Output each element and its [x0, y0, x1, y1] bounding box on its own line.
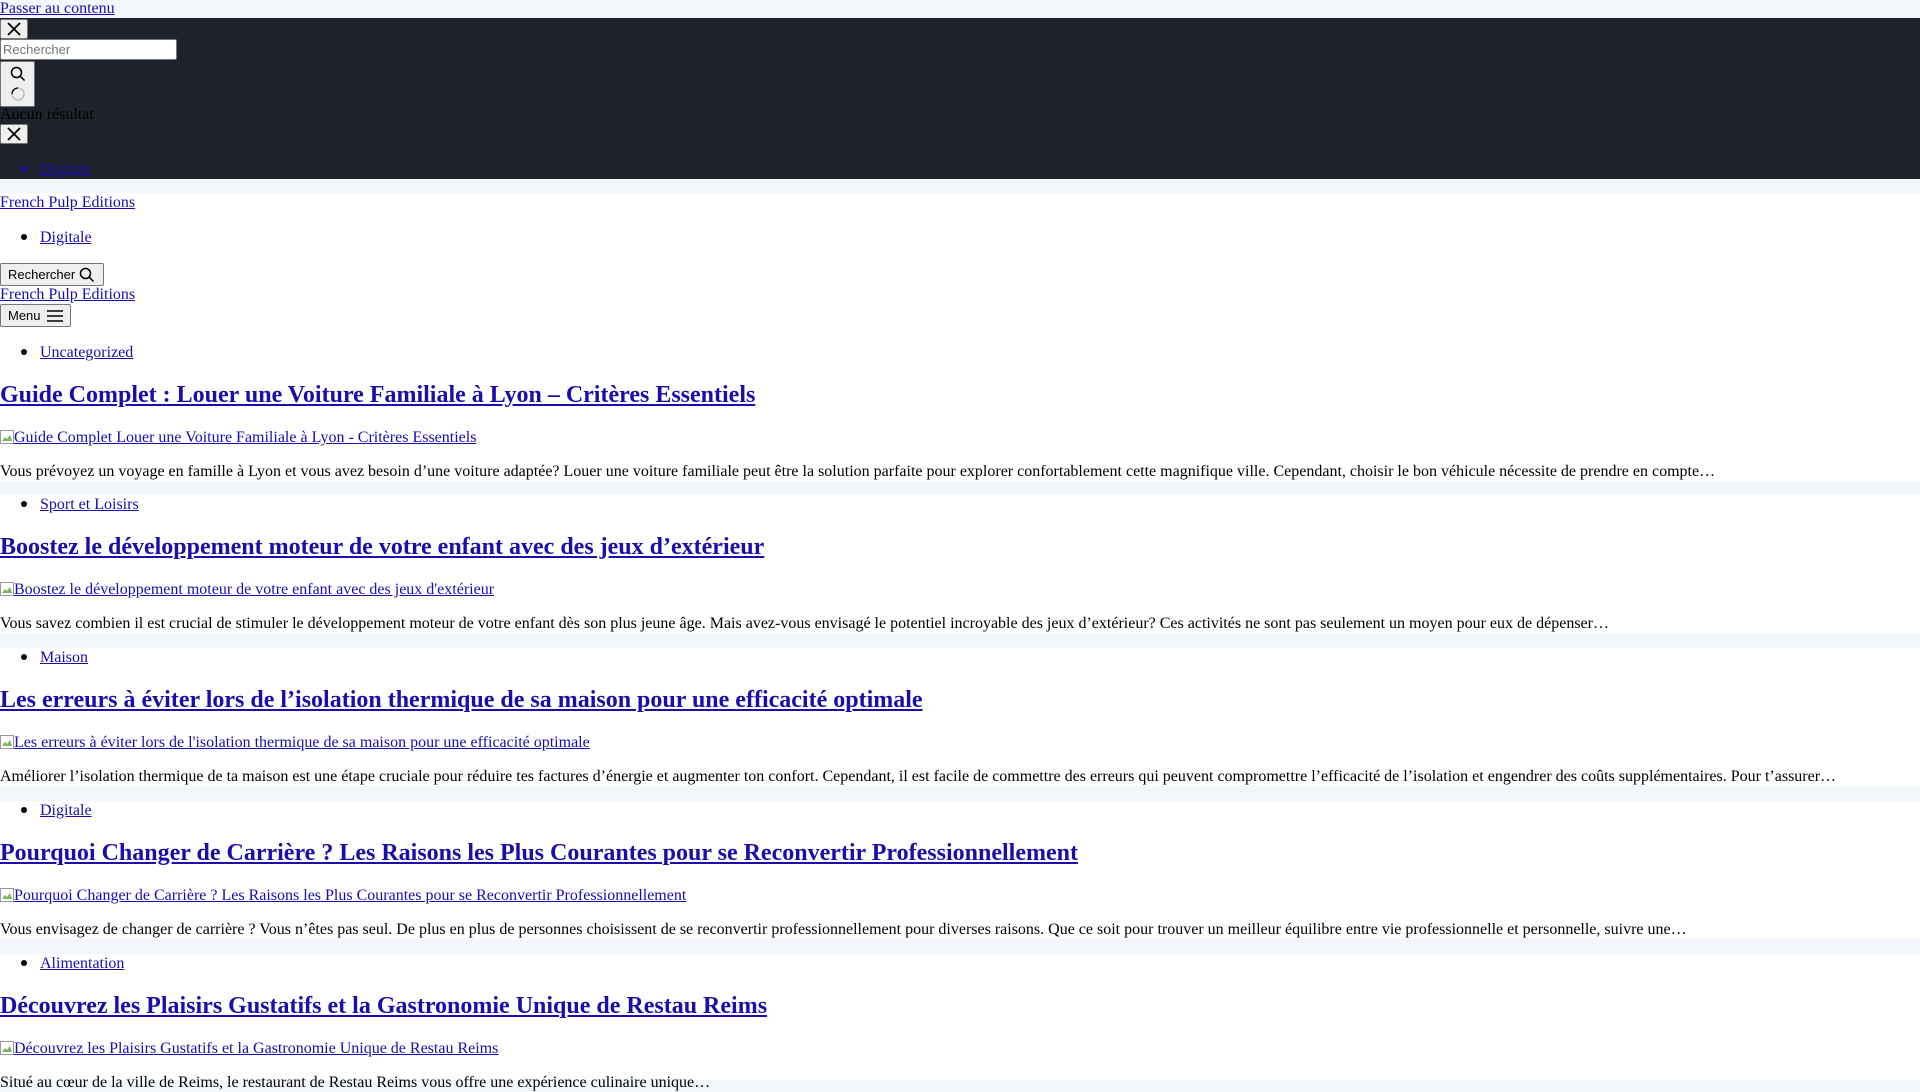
- post-card: [0, 343, 1920, 481]
- list-bullet: [21, 166, 27, 172]
- no-results-text: Aucun résultat: [0, 106, 94, 123]
- close-icon: [7, 127, 21, 141]
- post-excerpt: Vous prévoyez un voyage en famille à Lyo…: [0, 463, 1716, 480]
- site-header: [0, 193, 1920, 359]
- post-card: [0, 495, 1920, 633]
- close-icon: [7, 22, 21, 36]
- post-title-link[interactable]: Découvrez les Plaisirs Gustatifs et la G…: [0, 993, 767, 1019]
- list-bullet: [21, 349, 27, 355]
- list-bullet: [21, 654, 27, 660]
- post-title: Pourquoi Changer de Carrière ? Les Raiso…: [0, 839, 1078, 867]
- header-search-label: Rechercher: [8, 267, 76, 282]
- site-title-link-mobile[interactable]: French Pulp Editions: [0, 286, 135, 304]
- post-thumbnail-link[interactable]: Les erreurs à éviter lors de l'isolation…: [0, 734, 590, 752]
- skip-to-content-link[interactable]: Passer au contenu: [0, 0, 115, 18]
- menu-button-label: Menu: [8, 308, 41, 323]
- search-modal-panel: [0, 18, 1920, 179]
- post-excerpt: Améliorer l’isolation thermique de ta ma…: [0, 768, 1837, 785]
- post-card: [0, 648, 1920, 786]
- post-thumbnail-link[interactable]: Guide Complet Louer une Voiture Familial…: [0, 429, 476, 447]
- post-category-link[interactable]: Uncategorized: [40, 344, 133, 362]
- post-title: Boostez le développement moteur de votre…: [0, 533, 764, 561]
- post-thumbnail-link[interactable]: Pourquoi Changer de Carrière ? Les Raiso…: [0, 887, 686, 905]
- list-bullet: [21, 807, 27, 813]
- post-category-link[interactable]: Maison: [40, 649, 88, 667]
- list-bullet: [21, 960, 27, 966]
- close-search-button[interactable]: [0, 19, 28, 39]
- list-bullet: [21, 501, 27, 507]
- post-title-link[interactable]: Boostez le développement moteur de votre…: [0, 534, 764, 560]
- post-thumbnail-alt-text: Les erreurs à éviter lors de l'isolation…: [14, 734, 590, 751]
- post-title: Guide Complet : Louer une Voiture Famili…: [0, 381, 755, 409]
- search-submit-button[interactable]: [0, 61, 35, 107]
- post-excerpt: Vous savez combien il est crucial de sti…: [0, 615, 1609, 632]
- close-menu-button[interactable]: [0, 124, 28, 144]
- post-thumbnail-alt-text: Pourquoi Changer de Carrière ? Les Raiso…: [14, 887, 687, 904]
- post-category-link[interactable]: Alimentation: [40, 955, 124, 973]
- post-thumbnail-alt-text: Guide Complet Louer une Voiture Familial…: [14, 429, 477, 446]
- nav-item-digitale[interactable]: Digitale: [40, 229, 92, 247]
- post-title: Les erreurs à éviter lors de l’isolation…: [0, 686, 923, 714]
- search-icon: [10, 66, 25, 82]
- post-excerpt: Situé au cœur de la ville de Reims, le r…: [0, 1074, 711, 1091]
- broken-image-icon: [0, 735, 14, 749]
- broken-image-icon: [0, 1041, 14, 1055]
- mobile-menu-item-digitale[interactable]: Digitale: [40, 161, 92, 179]
- post-title-link[interactable]: Guide Complet : Louer une Voiture Famili…: [0, 382, 755, 408]
- post-title-link[interactable]: Pourquoi Changer de Carrière ? Les Raiso…: [0, 840, 1078, 866]
- search-icon: [79, 267, 95, 282]
- hamburger-icon: [46, 309, 63, 322]
- broken-image-icon: [0, 582, 14, 596]
- post-category-link[interactable]: Digitale: [40, 802, 92, 820]
- post-category-link[interactable]: Sport et Loisirs: [40, 496, 139, 514]
- loading-spinner-icon: [10, 87, 25, 101]
- post-title: Découvrez les Plaisirs Gustatifs et la G…: [0, 992, 767, 1020]
- header-search-button[interactable]: Rechercher: [0, 263, 104, 286]
- post-title-link[interactable]: Les erreurs à éviter lors de l’isolation…: [0, 687, 923, 713]
- menu-toggle-button[interactable]: Menu: [0, 304, 71, 327]
- post-excerpt: Vous envisagez de changer de carrière ? …: [0, 921, 1687, 938]
- post-thumbnail-link[interactable]: Découvrez les Plaisirs Gustatifs et la G…: [0, 1040, 498, 1058]
- broken-image-icon: [0, 430, 14, 444]
- broken-image-icon: [0, 888, 14, 902]
- post-thumbnail-link[interactable]: Boostez le développement moteur de votre…: [0, 581, 494, 599]
- search-input[interactable]: [0, 39, 177, 60]
- site-title-link[interactable]: French Pulp Editions: [0, 194, 135, 212]
- post-thumbnail-alt-text: Boostez le développement moteur de votre…: [14, 581, 495, 598]
- list-bullet: [21, 234, 27, 240]
- post-thumbnail-alt-text: Découvrez les Plaisirs Gustatifs et la G…: [14, 1040, 499, 1057]
- post-card: [0, 801, 1920, 939]
